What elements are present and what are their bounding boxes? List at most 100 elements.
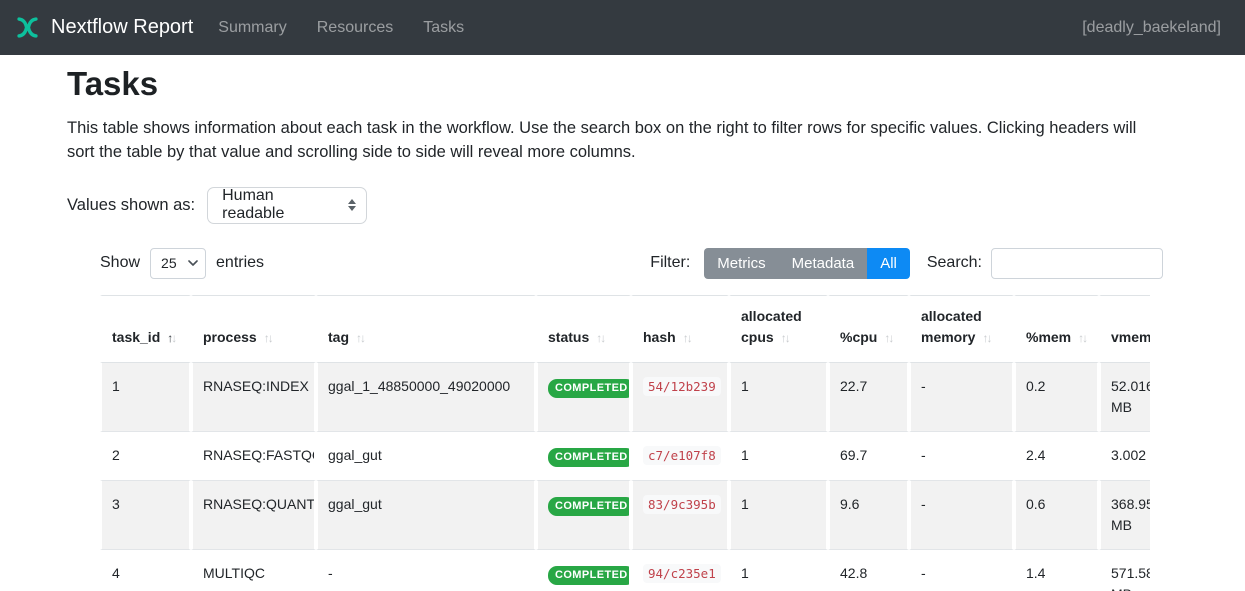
values-shown-row: Values shown as: Human readable (67, 187, 1245, 224)
column-header-hash[interactable]: hash↑↓ (631, 295, 729, 363)
column-label: tag (328, 329, 349, 345)
nav-link-resources[interactable]: Resources (302, 19, 408, 37)
column-header-pcpu[interactable]: %cpu↑↓ (828, 295, 909, 363)
cell-hash: 54/12b239 (631, 363, 729, 431)
filter-button-group: Metrics Metadata All (704, 248, 910, 279)
sort-icon: ↑↓ (781, 331, 789, 345)
cell-hash: 94/c235e1 (631, 549, 729, 591)
nav-link-summary[interactable]: Summary (203, 19, 301, 37)
column-header-tag[interactable]: tag ↑↓ (316, 295, 536, 363)
column-header-process[interactable]: process ↑↓ (191, 295, 316, 363)
column-header-status[interactable]: status↑↓ (536, 295, 631, 363)
column-header-cpus[interactable]: allocated cpus↑↓ (729, 295, 828, 363)
cell-process: RNASEQ:INDEX (191, 363, 316, 431)
cell-pcpu: 9.6 (828, 480, 909, 549)
tasks-table-wrapper: Show 25 entries Filter: Metrics Metadata (100, 248, 1163, 591)
values-shown-label: Values shown as: (67, 196, 195, 215)
sort-icon: ↑↓ (167, 331, 175, 345)
filter-label: Filter: (650, 254, 690, 272)
cell-vmem: 571.58 MB (1099, 549, 1150, 591)
cell-tag: ggal_1_48850000_49020000 (316, 363, 536, 431)
column-label: process (203, 329, 257, 345)
table-scroll-area[interactable]: task_id↑↓process↑↓tag↑↓status↑↓hash↑↓all… (100, 295, 1150, 591)
status-badge: COMPLETED (548, 566, 631, 585)
page-length-value: 25 (161, 255, 177, 271)
navbar-brand[interactable]: Nextflow Report (14, 14, 193, 41)
up-down-arrows-icon (348, 199, 356, 211)
column-label: %mem (1026, 329, 1071, 345)
cell-status: COMPLETED (536, 431, 631, 480)
cell-status: COMPLETED (536, 549, 631, 591)
table-row: 1RNASEQ:INDEXggal_1_48850000_49020000COM… (100, 363, 1150, 431)
filter-search-controls: Filter: Metrics Metadata All Search: (650, 248, 1163, 279)
page-description: This table shows information about each … (67, 117, 1167, 165)
chevron-down-icon (188, 260, 198, 266)
cell-tag: ggal_gut (316, 431, 536, 480)
cell-status: COMPLETED (536, 480, 631, 549)
status-badge: COMPLETED (548, 448, 631, 467)
cell-memory: - (909, 480, 1014, 549)
column-header-pmem[interactable]: %mem↑↓ (1014, 295, 1099, 363)
entries-label: entries (216, 254, 264, 272)
cell-pcpu: 42.8 (828, 549, 909, 591)
cell-memory: - (909, 363, 1014, 431)
hash-code: c7/e107f8 (643, 446, 721, 465)
cell-pmem: 2.4 (1014, 431, 1099, 480)
cell-pcpu: 22.7 (828, 363, 909, 431)
column-label: task_id (112, 329, 160, 345)
sort-icon: ↑↓ (356, 331, 364, 345)
search-label: Search: (927, 254, 982, 272)
cell-cpus: 1 (729, 431, 828, 480)
column-label: allocated memory (921, 308, 982, 345)
page-length-control: Show 25 entries (100, 248, 264, 279)
column-header-memory[interactable]: allocated memory↑↓ (909, 295, 1014, 363)
filter-metrics-button[interactable]: Metrics (704, 248, 778, 279)
cell-hash: c7/e107f8 (631, 431, 729, 480)
column-label: allocated cpus (741, 308, 802, 345)
cell-id: 1 (100, 363, 191, 431)
column-header-id[interactable]: task_id ↑↓ (100, 295, 191, 363)
cell-status: COMPLETED (536, 363, 631, 431)
filter-metadata-button[interactable]: Metadata (779, 248, 868, 279)
sort-icon: ↑↓ (264, 331, 272, 345)
cell-cpus: 1 (729, 363, 828, 431)
cell-pmem: 1.4 (1014, 549, 1099, 591)
status-badge: COMPLETED (548, 379, 631, 398)
hash-code: 94/c235e1 (643, 564, 721, 583)
page-title: Tasks (67, 65, 1245, 103)
tasks-table-body: 1RNASEQ:INDEXggal_1_48850000_49020000COM… (100, 363, 1150, 591)
search-input[interactable] (991, 248, 1163, 279)
cell-tag: ggal_gut (316, 480, 536, 549)
workflow-run-name: [deadly_baekeland] (1082, 19, 1221, 37)
hash-code: 83/9c395b (643, 495, 721, 514)
sort-icon: ↑↓ (982, 331, 990, 345)
cell-vmem: 52.016 MB (1099, 363, 1150, 431)
filter-all-button[interactable]: All (867, 248, 910, 279)
sort-icon: ↑↓ (884, 331, 892, 345)
table-row: 3RNASEQ:QUANTggal_gutCOMPLETED83/9c395b1… (100, 480, 1150, 549)
cell-pcpu: 69.7 (828, 431, 909, 480)
cell-vmem: 3.002 (1099, 431, 1150, 480)
values-shown-select[interactable]: Human readable (207, 187, 367, 224)
column-header-vmem[interactable]: vmem↑↓ (1099, 295, 1150, 363)
table-controls: Show 25 entries Filter: Metrics Metadata (100, 248, 1163, 279)
sort-icon: ↑↓ (596, 331, 604, 345)
cell-id: 3 (100, 480, 191, 549)
cell-cpus: 1 (729, 549, 828, 591)
column-label: vmem (1111, 329, 1150, 345)
table-row: 2RNASEQ:FASTQCggal_gutCOMPLETEDc7/e107f8… (100, 431, 1150, 480)
top-navbar: Nextflow Report Summary Resources Tasks … (0, 0, 1245, 55)
cell-tag: - (316, 549, 536, 591)
status-badge: COMPLETED (548, 497, 631, 516)
values-shown-selected: Human readable (222, 187, 336, 223)
cell-pmem: 0.2 (1014, 363, 1099, 431)
cell-memory: - (909, 549, 1014, 591)
cell-process: MULTIQC (191, 549, 316, 591)
nav-link-tasks[interactable]: Tasks (408, 19, 479, 37)
page-length-select[interactable]: 25 (150, 248, 206, 279)
cell-id: 2 (100, 431, 191, 480)
cell-vmem: 368.95 MB (1099, 480, 1150, 549)
cell-cpus: 1 (729, 480, 828, 549)
nextflow-logo-icon (14, 14, 41, 41)
cell-hash: 83/9c395b (631, 480, 729, 549)
